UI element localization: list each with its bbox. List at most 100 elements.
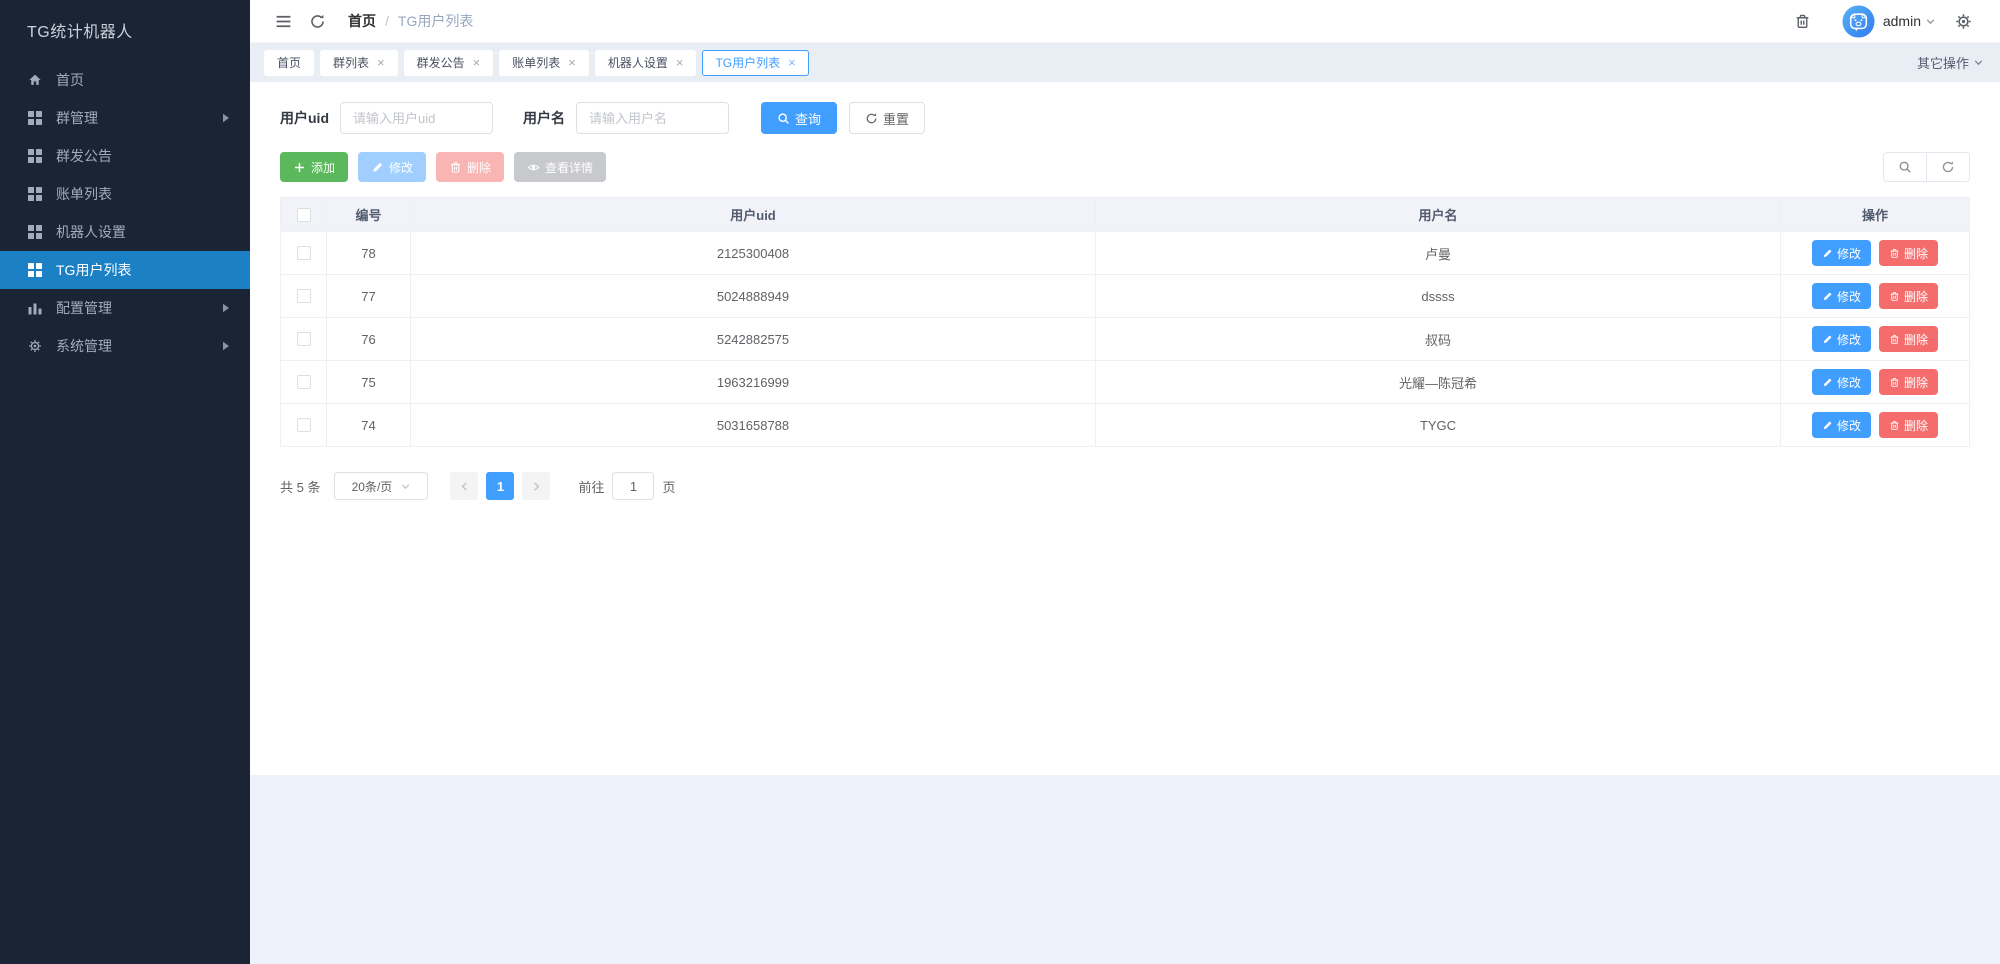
refresh-icon[interactable] [304,8,330,34]
hamburger-icon[interactable] [270,8,296,34]
row-delete-button[interactable]: 删除 [1879,283,1938,309]
cell-uid: 2125300408 [411,232,1096,275]
add-button-label: 添加 [311,159,335,176]
pagination-total: 共 5 条 [280,477,320,496]
tab-group-broadcast[interactable]: 群发公告× [404,50,494,76]
next-page-button[interactable] [522,472,550,500]
view-detail-button[interactable]: 查看详情 [514,152,606,182]
user-table: 编号 用户uid 用户名 操作 782125300408卢曼修改删除775024… [280,197,1970,447]
select-all-checkbox[interactable] [297,208,311,222]
chevron-right-icon [222,113,230,123]
uid-label: 用户uid [280,108,329,128]
tab-robot-settings[interactable]: 机器人设置× [595,50,697,76]
select-all-cell [281,198,327,232]
topbar: 首页 / TG用户列表 [250,0,2000,42]
close-icon[interactable]: × [377,56,385,69]
more-actions-dropdown[interactable]: 其它操作 [1917,53,1984,72]
close-icon[interactable]: × [788,56,796,69]
page-background [250,775,2000,964]
more-actions-label: 其它操作 [1917,53,1969,72]
row-checkbox[interactable] [297,289,311,303]
sidebar-item-label: 首页 [56,70,84,90]
tab-home[interactable]: 首页 [264,50,314,76]
close-icon[interactable]: × [473,56,481,69]
sidebar-item-robot-settings[interactable]: 机器人设置 [0,213,250,251]
table-refresh-icon[interactable] [1926,152,1970,182]
breadcrumb-home[interactable]: 首页 [348,11,376,31]
row-checkbox-cell [281,404,327,447]
cell-ops: 修改删除 [1781,275,1969,318]
goto-page-input[interactable] [612,472,654,500]
tab-tg-user-list[interactable]: TG用户列表× [702,50,808,76]
tab-list: 首页群列表×群发公告×账单列表×机器人设置×TG用户列表× [264,50,1917,76]
delete-button[interactable]: 删除 [436,152,504,182]
column-header-uid: 用户uid [411,198,1096,232]
row-checkbox[interactable] [297,375,311,389]
reset-button[interactable]: 重置 [849,102,925,134]
app-root: TG统计机器人 首页群管理群发公告账单列表机器人设置 TG用户列表配置管理系统管理… [0,0,2000,964]
table-row: 745031658788TYGC修改删除 [281,404,1969,447]
goto-page: 前往 页 [578,472,675,500]
add-button[interactable]: 添加 [280,152,348,182]
sidebar-item-tg-user-list[interactable]: TG用户列表 [0,251,250,289]
page-size-select[interactable]: 20条/页 [334,472,428,500]
grid-icon [27,110,43,126]
prev-page-button[interactable] [450,472,478,500]
table-tools [1883,152,1970,182]
row-delete-button[interactable]: 删除 [1879,240,1938,266]
content-panel: 用户uid 用户名 查询 重置 添加 [250,82,2000,775]
trash-icon [1889,248,1900,259]
row-edit-button[interactable]: 修改 [1812,326,1871,352]
app-title: TG统计机器人 [0,0,250,60]
tab-label: 首页 [277,54,301,71]
grid-icon [27,224,43,240]
tabbar: 首页群列表×群发公告×账单列表×机器人设置×TG用户列表× 其它操作 [250,42,2000,82]
row-checkbox[interactable] [297,332,311,346]
bar-chart-icon [27,300,43,316]
page-number-button[interactable]: 1 [486,472,514,500]
close-icon[interactable]: × [568,56,576,69]
row-delete-button[interactable]: 删除 [1879,412,1938,438]
sidebar-item-group-broadcast[interactable]: 群发公告 [0,137,250,175]
name-input[interactable] [576,102,729,134]
settings-gear-icon[interactable] [1950,8,1976,34]
edit-button[interactable]: 修改 [358,152,426,182]
pencil-icon [1822,334,1833,345]
user-menu[interactable]: admin [1842,5,1936,38]
tab-group-list[interactable]: 群列表 × [320,50,398,76]
trash-icon [1889,420,1900,431]
query-button[interactable]: 查询 [761,102,837,134]
sidebar-item-label: 群管理 [56,108,98,128]
trash-icon[interactable] [1790,8,1816,34]
sidebar-item-home[interactable]: 首页 [0,61,250,99]
table-search-icon[interactable] [1883,152,1927,182]
row-checkbox[interactable] [297,246,311,260]
sidebar-item-label: TG用户列表 [56,260,131,280]
row-edit-button[interactable]: 修改 [1812,412,1871,438]
row-delete-button[interactable]: 删除 [1879,369,1938,395]
tab-bill-list[interactable]: 账单列表× [499,50,589,76]
chevron-right-icon [222,341,230,351]
close-icon[interactable]: × [676,56,684,69]
row-checkbox[interactable] [297,418,311,432]
row-edit-button[interactable]: 修改 [1812,369,1871,395]
sidebar-item-label: 配置管理 [56,298,112,318]
topbar-right: admin [1776,5,1976,38]
row-edit-button[interactable]: 修改 [1812,240,1871,266]
cell-ops: 修改删除 [1781,404,1969,447]
sidebar-item-bill-list[interactable]: 账单列表 [0,175,250,213]
grid-icon [27,262,43,278]
trash-icon [1889,377,1900,388]
view-detail-button-label: 查看详情 [545,159,593,176]
row-edit-button[interactable]: 修改 [1812,283,1871,309]
row-delete-button[interactable]: 删除 [1879,326,1938,352]
sidebar-item-group-manage[interactable]: 群管理 [0,99,250,137]
uid-input[interactable] [340,102,493,134]
main-area: 首页 / TG用户列表 [250,0,2000,964]
sidebar-item-config-manage[interactable]: 配置管理 [0,289,250,327]
pagination: 共 5 条 20条/页 1 前往 页 [280,472,1970,524]
pencil-icon [1822,377,1833,388]
tab-label: 群列表 [333,54,369,71]
sidebar-item-system-manage[interactable]: 系统管理 [0,327,250,365]
table-row: 782125300408卢曼修改删除 [281,232,1969,275]
